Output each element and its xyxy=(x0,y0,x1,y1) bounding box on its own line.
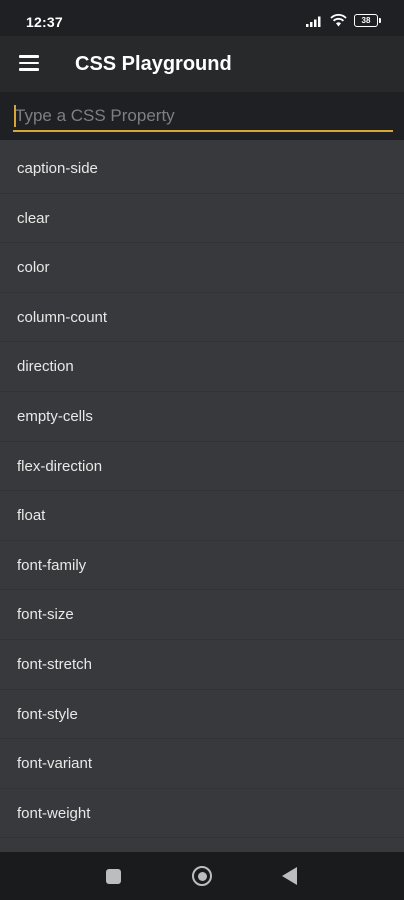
css-property-list: caption-side clear color column-count di… xyxy=(0,144,404,839)
system-navigation-bar xyxy=(0,852,404,900)
list-item-font-weight[interactable]: font-weight xyxy=(0,789,404,839)
list-item-font-size[interactable]: font-size xyxy=(0,590,404,640)
list-item-flex-direction[interactable]: flex-direction xyxy=(0,442,404,492)
status-time: 12:37 xyxy=(26,14,63,30)
list-item-font-variant[interactable]: font-variant xyxy=(0,739,404,789)
recents-icon[interactable] xyxy=(106,869,121,884)
list-item-font-stretch[interactable]: font-stretch xyxy=(0,640,404,690)
list-item-clear[interactable]: clear xyxy=(0,194,404,244)
list-item-column-count[interactable]: column-count xyxy=(0,293,404,343)
back-icon[interactable] xyxy=(282,867,297,885)
home-icon[interactable] xyxy=(192,866,212,886)
signal-icon xyxy=(306,16,321,27)
css-property-search-input[interactable] xyxy=(13,102,393,132)
list-item-direction[interactable]: direction xyxy=(0,342,404,392)
app-title: CSS Playground xyxy=(75,53,232,75)
list-item-empty-cells[interactable]: empty-cells xyxy=(0,392,404,442)
battery-icon: 38 xyxy=(354,14,381,27)
hamburger-menu-icon[interactable] xyxy=(19,55,39,71)
text-cursor xyxy=(14,105,16,127)
wifi-icon xyxy=(330,14,347,27)
list-item-font-style[interactable]: font-style xyxy=(0,690,404,740)
list-item-float[interactable]: float xyxy=(0,491,404,541)
screen: 12:37 38 CSS Playground caption-side xyxy=(0,0,404,900)
list-item-color[interactable]: color xyxy=(0,243,404,293)
status-bar: 12:37 38 xyxy=(0,0,404,36)
list-item-font-family[interactable]: font-family xyxy=(0,541,404,591)
status-icons: 38 xyxy=(306,14,381,27)
app-bar: CSS Playground xyxy=(0,36,404,92)
search-area xyxy=(0,92,404,140)
list-item-caption-side[interactable]: caption-side xyxy=(0,144,404,194)
